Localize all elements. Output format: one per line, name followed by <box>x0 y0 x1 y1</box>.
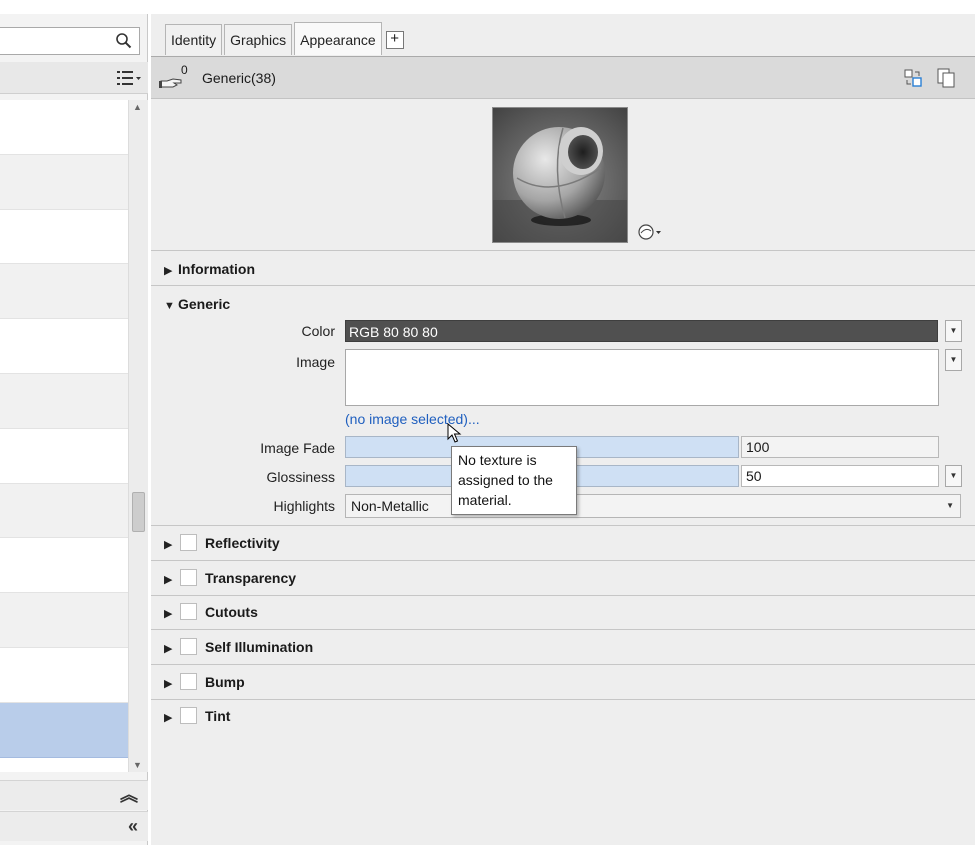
list-item[interactable] <box>0 319 128 374</box>
render-options-icon[interactable] <box>637 223 663 241</box>
scroll-down-arrow-icon[interactable]: ▼ <box>133 760 142 770</box>
list-item-selected[interactable] <box>0 702 128 758</box>
expand-triangle-icon[interactable]: ▶ <box>164 706 178 730</box>
image-slot[interactable] <box>345 349 939 406</box>
expand-triangle-icon[interactable]: ▶ <box>164 602 178 626</box>
search-input[interactable] <box>0 27 140 55</box>
color-swatch-field[interactable]: RGB 80 80 80 <box>345 320 938 342</box>
material-list <box>0 100 128 772</box>
section-transparency[interactable]: ▶ Transparency <box>164 566 296 590</box>
divider <box>151 525 975 526</box>
scrollbar-thumb[interactable] <box>132 492 145 532</box>
material-preview-image <box>492 107 628 243</box>
select-arrow-icon: ▼ <box>946 501 954 510</box>
glossiness-label: Glossiness <box>266 469 335 485</box>
section-self-illumination[interactable]: ▶ Self Illumination <box>164 635 313 659</box>
expand-triangle-icon[interactable]: ▶ <box>164 533 178 557</box>
self-illumination-checkbox[interactable] <box>180 638 197 655</box>
usage-count: 0 <box>181 63 188 77</box>
list-item[interactable] <box>0 210 128 265</box>
glossiness-value-field[interactable]: 50 <box>741 465 939 487</box>
collapse-side-bar: « <box>0 811 148 841</box>
divider <box>151 664 975 665</box>
list-item[interactable] <box>0 429 128 484</box>
divider <box>151 629 975 630</box>
transparency-checkbox[interactable] <box>180 569 197 586</box>
add-tab-button[interactable]: + <box>385 31 404 49</box>
divider <box>151 560 975 561</box>
expand-triangle-icon[interactable]: ▶ <box>164 672 178 696</box>
expand-triangle-icon[interactable]: ▶ <box>164 568 178 592</box>
image-label: Image <box>296 354 335 370</box>
list-item[interactable] <box>0 483 128 539</box>
highlights-select[interactable]: Non-Metallic ▼ <box>345 494 961 518</box>
section-generic[interactable]: ▼ Generic <box>164 292 230 316</box>
collapse-bar: ︽ <box>0 780 148 810</box>
double-chevron-left-icon[interactable]: « <box>128 817 138 835</box>
divider <box>151 595 975 596</box>
section-information[interactable]: ▶ Information <box>164 257 255 281</box>
tab-identity[interactable]: Identity <box>165 24 223 55</box>
color-label: Color <box>301 323 335 339</box>
tint-checkbox[interactable] <box>180 707 197 724</box>
tooltip-line: No texture is <box>458 452 537 468</box>
divider <box>151 699 975 700</box>
mouse-cursor-icon <box>447 423 462 443</box>
image-fade-label: Image Fade <box>260 440 335 456</box>
reflectivity-checkbox[interactable] <box>180 534 197 551</box>
tab-graphics[interactable]: Graphics <box>224 24 293 55</box>
double-chevron-up-icon[interactable]: ︽ <box>120 786 138 804</box>
list-toolbar <box>0 62 148 94</box>
list-item[interactable] <box>0 154 128 210</box>
replace-asset-icon[interactable] <box>903 67 923 89</box>
scroll-up-arrow-icon[interactable]: ▲ <box>133 102 142 112</box>
section-bump[interactable]: ▶ Bump <box>164 670 245 694</box>
section-reflectivity[interactable]: ▶ Reflectivity <box>164 531 280 555</box>
tooltip: No texture is assigned to the material. <box>451 446 577 515</box>
image-fade-value-field[interactable]: 100 <box>741 436 939 458</box>
color-dropdown-button[interactable]: ▼ <box>945 320 962 342</box>
expand-triangle-icon[interactable]: ▶ <box>164 259 178 283</box>
cutouts-checkbox[interactable] <box>180 603 197 620</box>
list-scrollbar[interactable]: ▲ ▼ <box>128 100 148 772</box>
material-preview-area <box>151 100 975 250</box>
list-item[interactable] <box>0 373 128 429</box>
list-item[interactable] <box>0 648 128 703</box>
list-item[interactable] <box>0 593 128 648</box>
tooltip-line: assigned to the <box>458 472 553 488</box>
list-item[interactable] <box>0 538 128 594</box>
tab-appearance[interactable]: Appearance <box>294 22 382 55</box>
highlights-label: Highlights <box>273 498 335 514</box>
list-view-icon[interactable] <box>116 69 142 87</box>
list-item[interactable] <box>0 264 128 320</box>
image-dropdown-button[interactable]: ▼ <box>945 349 962 371</box>
material-browser-panel: ▲ ▼ ︽ « <box>0 14 148 845</box>
divider <box>151 250 975 251</box>
glossiness-dropdown-button[interactable]: ▼ <box>945 465 962 487</box>
expand-triangle-icon[interactable]: ▶ <box>164 637 178 661</box>
duplicate-icon[interactable] <box>935 67 957 89</box>
search-icon[interactable] <box>115 32 133 50</box>
tooltip-line: material. <box>458 492 512 508</box>
collapse-triangle-icon[interactable]: ▼ <box>164 294 178 318</box>
material-editor-panel: Identity Graphics Appearance + 0 Generic… <box>151 14 975 845</box>
material-header: 0 Generic(38) <box>151 57 975 99</box>
list-item[interactable] <box>0 100 128 155</box>
bump-checkbox[interactable] <box>180 673 197 690</box>
material-name: Generic(38) <box>202 70 276 86</box>
editor-tabs: Identity Graphics Appearance + <box>165 22 404 55</box>
divider <box>151 285 975 286</box>
section-tint[interactable]: ▶ Tint <box>164 704 230 728</box>
section-cutouts[interactable]: ▶ Cutouts <box>164 600 258 624</box>
